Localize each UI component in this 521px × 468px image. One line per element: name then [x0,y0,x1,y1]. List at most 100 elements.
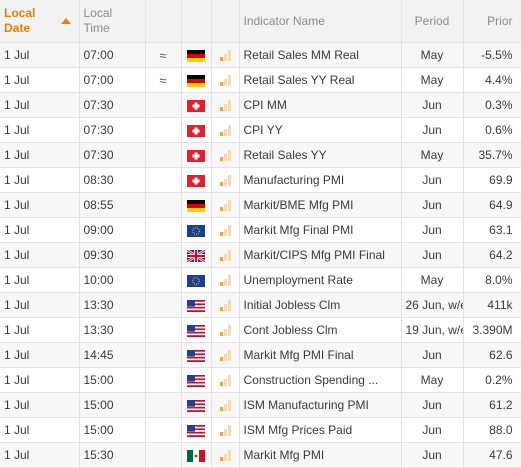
indicator-name-cell[interactable]: Markit Mfg Final PMI [239,217,402,243]
country-flag-cell [181,367,212,393]
volatility-bars-icon [219,250,231,262]
indicator-name-cell[interactable]: Retail Sales YY [239,142,402,168]
volatility-cell [211,342,240,368]
date-cell: 1 Jul [0,267,80,293]
us-flag [187,324,205,337]
prior-cell: -5.5% [463,42,521,68]
period-cell: Jun [401,442,464,468]
table-row[interactable]: 1 Jul 13:30 Cont Jobless Clm 19 Jun, w/e… [0,317,521,343]
table-header-row: Local Date Local Time Indicator Name Per… [0,0,521,43]
switzerland-flag [187,124,205,137]
approx-cell [145,292,182,318]
indicator-name-cell[interactable]: Initial Jobless Clm [239,292,402,318]
table-row[interactable]: 1 Jul 10:00 Unemployment Rate May 8.0% [0,267,521,293]
volatility-cell [211,67,240,93]
indicator-name-cell[interactable]: Markit/BME Mfg PMI [239,192,402,218]
date-cell: 1 Jul [0,42,80,68]
volatility-cell [211,92,240,118]
indicator-name-cell[interactable]: Markit Mfg PMI Final [239,342,402,368]
time-cell: 10:00 [79,267,146,293]
approx-cell [145,192,182,218]
period-cell: Jun [401,117,464,143]
column-header-local-time[interactable]: Local Time [79,0,146,43]
table-row[interactable]: 1 Jul 09:00 Markit Mfg Final PMI Jun 63.… [0,217,521,243]
time-cell: 13:30 [79,317,146,343]
column-header-approx [145,0,182,43]
indicator-name-cell[interactable]: Retail Sales MM Real [239,42,402,68]
indicator-name-cell[interactable]: Cont Jobless Clm [239,317,402,343]
prior-cell: 35.7% [463,142,521,168]
volatility-bars-icon [219,125,231,137]
date-cell: 1 Jul [0,192,80,218]
volatility-bars-icon [219,450,231,462]
table-row[interactable]: 1 Jul 07:00 ≈ Retail Sales MM Real May -… [0,42,521,68]
period-cell: Jun [401,392,464,418]
prior-cell: 63.1 [463,217,521,243]
indicator-name-cell[interactable]: CPI YY [239,117,402,143]
time-cell: 13:30 [79,292,146,318]
indicator-name-cell[interactable]: Construction Spending ... [239,367,402,393]
time-cell: 09:30 [79,242,146,268]
approx-cell [145,267,182,293]
germany-flag [187,74,205,87]
approx-cell: ≈ [145,42,182,68]
volatility-bars-icon [219,50,231,62]
indicator-name-cell[interactable]: ISM Mfg Prices Paid [239,417,402,443]
prior-cell: 411k [463,292,521,318]
column-header-local-time-label: Local Time [83,6,113,35]
time-cell: 15:00 [79,392,146,418]
volatility-bars-icon [219,175,231,187]
country-flag-cell [181,267,212,293]
country-flag-cell [181,192,212,218]
date-cell: 1 Jul [0,242,80,268]
table-row[interactable]: 1 Jul 07:30 CPI MM Jun 0.3% [0,92,521,118]
volatility-bars-icon [219,375,231,387]
table-row[interactable]: 1 Jul 07:30 Retail Sales YY May 35.7% [0,142,521,168]
volatility-bars-icon [219,75,231,87]
us-flag [187,399,205,412]
prior-cell: 0.6% [463,117,521,143]
indicator-name-cell[interactable]: Unemployment Rate [239,267,402,293]
table-row[interactable]: 1 Jul 07:30 CPI YY Jun 0.6% [0,117,521,143]
date-cell: 1 Jul [0,142,80,168]
indicator-name-cell[interactable]: Markit Mfg PMI [239,442,402,468]
eu-flag [187,224,205,237]
column-header-prior[interactable]: Prior [463,0,521,43]
time-cell: 07:30 [79,142,146,168]
country-flag-cell [181,417,212,443]
table-row[interactable]: 1 Jul 15:00 ISM Mfg Prices Paid Jun 88.0 [0,417,521,443]
volatility-bars-icon [219,200,231,212]
column-header-local-date[interactable]: Local Date [0,0,80,43]
table-row[interactable]: 1 Jul 15:30 Markit Mfg PMI Jun 47.6 [0,442,521,468]
time-cell: 14:45 [79,342,146,368]
date-cell: 1 Jul [0,317,80,343]
column-header-volatility [211,0,240,43]
volatility-cell [211,392,240,418]
table-row[interactable]: 1 Jul 07:00 ≈ Retail Sales YY Real May 4… [0,67,521,93]
table-row[interactable]: 1 Jul 09:30 Markit/CIPS Mfg PMI Final Ju… [0,242,521,268]
time-cell: 09:00 [79,217,146,243]
column-header-indicator[interactable]: Indicator Name [239,0,402,43]
table-row[interactable]: 1 Jul 08:30 Manufacturing PMI Jun 69.9 [0,167,521,193]
time-cell: 07:00 [79,67,146,93]
country-flag-cell [181,317,212,343]
volatility-cell [211,117,240,143]
indicator-name-cell[interactable]: CPI MM [239,92,402,118]
table-row[interactable]: 1 Jul 15:00 Construction Spending ... Ma… [0,367,521,393]
table-row[interactable]: 1 Jul 15:00 ISM Manufacturing PMI Jun 61… [0,392,521,418]
indicator-name-cell[interactable]: ISM Manufacturing PMI [239,392,402,418]
table-row[interactable]: 1 Jul 08:55 Markit/BME Mfg PMI Jun 64.9 [0,192,521,218]
date-cell: 1 Jul [0,442,80,468]
indicator-name-cell[interactable]: Markit/CIPS Mfg PMI Final [239,242,402,268]
column-header-period[interactable]: Period [401,0,464,43]
table-row[interactable]: 1 Jul 14:45 Markit Mfg PMI Final Jun 62.… [0,342,521,368]
time-cell: 08:55 [79,192,146,218]
indicator-name-cell[interactable]: Manufacturing PMI [239,167,402,193]
date-cell: 1 Jul [0,392,80,418]
prior-cell: 88.0 [463,417,521,443]
indicator-name-cell[interactable]: Retail Sales YY Real [239,67,402,93]
prior-cell: 0.3% [463,92,521,118]
date-cell: 1 Jul [0,342,80,368]
volatility-cell [211,367,240,393]
table-row[interactable]: 1 Jul 13:30 Initial Jobless Clm 26 Jun, … [0,292,521,318]
